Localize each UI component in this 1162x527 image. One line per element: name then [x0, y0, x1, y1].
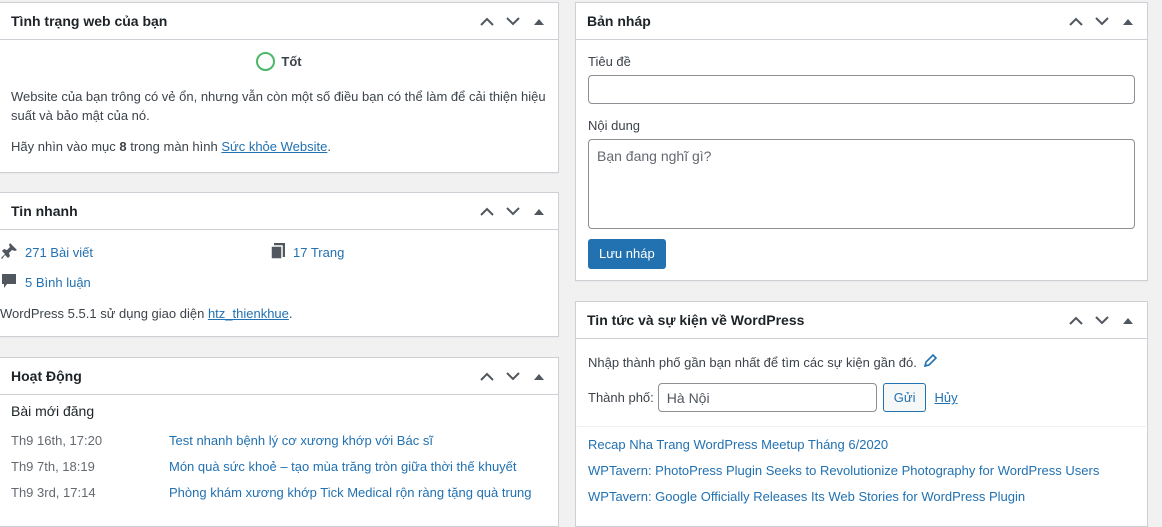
post-link[interactable]: Test nhanh bệnh lý cơ xương khớp với Bác… [169, 433, 433, 449]
widget-header: Hoạt Động [0, 358, 558, 395]
move-down-icon[interactable] [1091, 310, 1113, 332]
news-list: Recap Nha Trang WordPress Meetup Tháng 6… [588, 437, 1135, 505]
health-foot-suffix: . [327, 139, 331, 154]
list-item: Th9 7th, 18:19 Món quà sức khoẻ – tạo mù… [11, 459, 547, 475]
draft-title-input[interactable] [588, 75, 1135, 104]
glance-version: WordPress 5.5.1 sử dụng giao diện htz_th… [0, 306, 293, 321]
widget-handles [476, 193, 550, 230]
widget-title: Tin tức và sự kiện về WordPress [587, 312, 805, 328]
news-link[interactable]: WPTavern: Google Officially Releases Its… [588, 489, 1025, 504]
health-status-label: Tốt [281, 54, 302, 69]
post-link[interactable]: Món quà sức khoẻ – tạo mùa trăng tròn gi… [169, 459, 517, 475]
move-up-icon[interactable] [1065, 310, 1087, 332]
widget-handles [1065, 302, 1139, 339]
events-intro-text: Nhập thành phố gần bạn nhất để tìm các s… [588, 354, 917, 370]
activity-widget: Hoạt Động Bài mới đăng Th9 16th, 17:20 T… [0, 357, 559, 527]
theme-link[interactable]: htz_thienkhue [208, 306, 289, 321]
news-link[interactable]: WPTavern: PhotoPress Plugin Seeks to Rev… [588, 463, 1099, 478]
divider [577, 426, 1146, 427]
events-intro: Nhập thành phố gần bạn nhất để tìm các s… [588, 353, 1135, 371]
collapse-toggle-icon[interactable] [528, 11, 550, 33]
site-health-link[interactable]: Sức khỏe Website [221, 139, 327, 154]
draft-title-label: Tiêu đề [588, 54, 631, 69]
draft-content-label: Nội dung [588, 118, 641, 133]
city-form: Thành phố: Hà Nội Gửi Hủy [588, 383, 1135, 412]
quick-draft-widget: Bản nháp Tiêu đề Nội dung Bạn đang nghĩ … [575, 2, 1148, 281]
health-foot-prefix: Hãy nhìn vào mục [11, 139, 116, 154]
news-link[interactable]: Recap Nha Trang WordPress Meetup Tháng 6… [588, 437, 888, 452]
post-date: Th9 3rd, 17:14 [11, 485, 96, 500]
move-down-icon[interactable] [502, 11, 524, 33]
health-issue-count: 8 [119, 139, 127, 154]
collapse-toggle-icon[interactable] [528, 366, 550, 388]
health-foot: Hãy nhìn vào mục 8 trong màn hình Sức kh… [11, 139, 547, 154]
city-label: Thành phố: [588, 390, 654, 405]
widget-handles [476, 358, 550, 395]
move-up-icon[interactable] [476, 201, 498, 223]
health-foot-middle: trong màn hình [130, 139, 218, 154]
glance-comments[interactable]: 5 Bình luận [0, 272, 91, 293]
move-up-icon[interactable] [476, 11, 498, 33]
save-draft-button[interactable]: Lưu nháp [588, 239, 666, 269]
move-down-icon[interactable] [1091, 11, 1113, 33]
widget-handles [1065, 3, 1139, 40]
glance-pages[interactable]: 17 Trang [270, 242, 344, 263]
widget-title: Tình trạng web của bạn [11, 13, 168, 29]
list-item: Th9 3rd, 17:14 Phòng khám xương khớp Tic… [11, 485, 547, 501]
draft-content-textarea[interactable]: Bạn đang nghĩ gì? [588, 139, 1135, 229]
health-indicator-icon [256, 52, 276, 71]
pencil-icon[interactable] [923, 353, 938, 371]
move-down-icon[interactable] [502, 201, 524, 223]
widget-title: Tin nhanh [11, 203, 78, 219]
pages-icon [270, 242, 286, 263]
widget-header: Bản nháp [576, 3, 1147, 40]
recent-posts-heading: Bài mới đăng [11, 403, 95, 419]
widget-handles [476, 3, 550, 40]
cancel-link[interactable]: Hủy [934, 390, 957, 405]
collapse-toggle-icon[interactable] [528, 201, 550, 223]
pages-count-link[interactable]: 17 Trang [293, 245, 344, 260]
post-link[interactable]: Phòng khám xương khớp Tick Medical rộn r… [169, 485, 532, 501]
events-news-widget: Tin tức và sự kiện về WordPress Nhập thà… [575, 301, 1148, 527]
city-input[interactable]: Hà Nội [657, 383, 877, 412]
version-text: WordPress 5.5.1 sử dụng giao diện [0, 306, 205, 321]
pushpin-icon [0, 242, 18, 263]
collapse-toggle-icon[interactable] [1117, 310, 1139, 332]
post-date: Th9 16th, 17:20 [11, 433, 103, 448]
widget-header: Tình trạng web của bạn [0, 3, 558, 40]
widget-header: Tin nhanh [0, 193, 558, 230]
comment-icon [0, 272, 18, 293]
at-a-glance-widget: Tin nhanh 271 Bài viết 17 Trang 5 Bình l… [0, 192, 559, 337]
version-suffix: . [288, 306, 293, 321]
move-down-icon[interactable] [502, 366, 524, 388]
comments-count-link[interactable]: 5 Bình luận [25, 275, 91, 290]
health-status: Tốt [11, 52, 547, 71]
posts-count-link[interactable]: 271 Bài viết [25, 245, 93, 260]
submit-button[interactable]: Gửi [882, 383, 927, 412]
glance-posts[interactable]: 271 Bài viết [0, 242, 93, 263]
post-date: Th9 7th, 18:19 [11, 459, 95, 474]
widget-title: Hoạt Động [11, 368, 82, 384]
health-description: Website của bạn trông có vẻ ổn, nhưng vẫ… [11, 89, 546, 123]
site-health-widget: Tình trạng web của bạn Tốt Website của b… [0, 2, 559, 173]
widget-title: Bản nháp [587, 13, 651, 29]
collapse-toggle-icon[interactable] [1117, 11, 1139, 33]
move-up-icon[interactable] [476, 366, 498, 388]
move-up-icon[interactable] [1065, 11, 1087, 33]
widget-header: Tin tức và sự kiện về WordPress [576, 302, 1147, 339]
list-item: Th9 16th, 17:20 Test nhanh bệnh lý cơ xư… [11, 433, 547, 449]
